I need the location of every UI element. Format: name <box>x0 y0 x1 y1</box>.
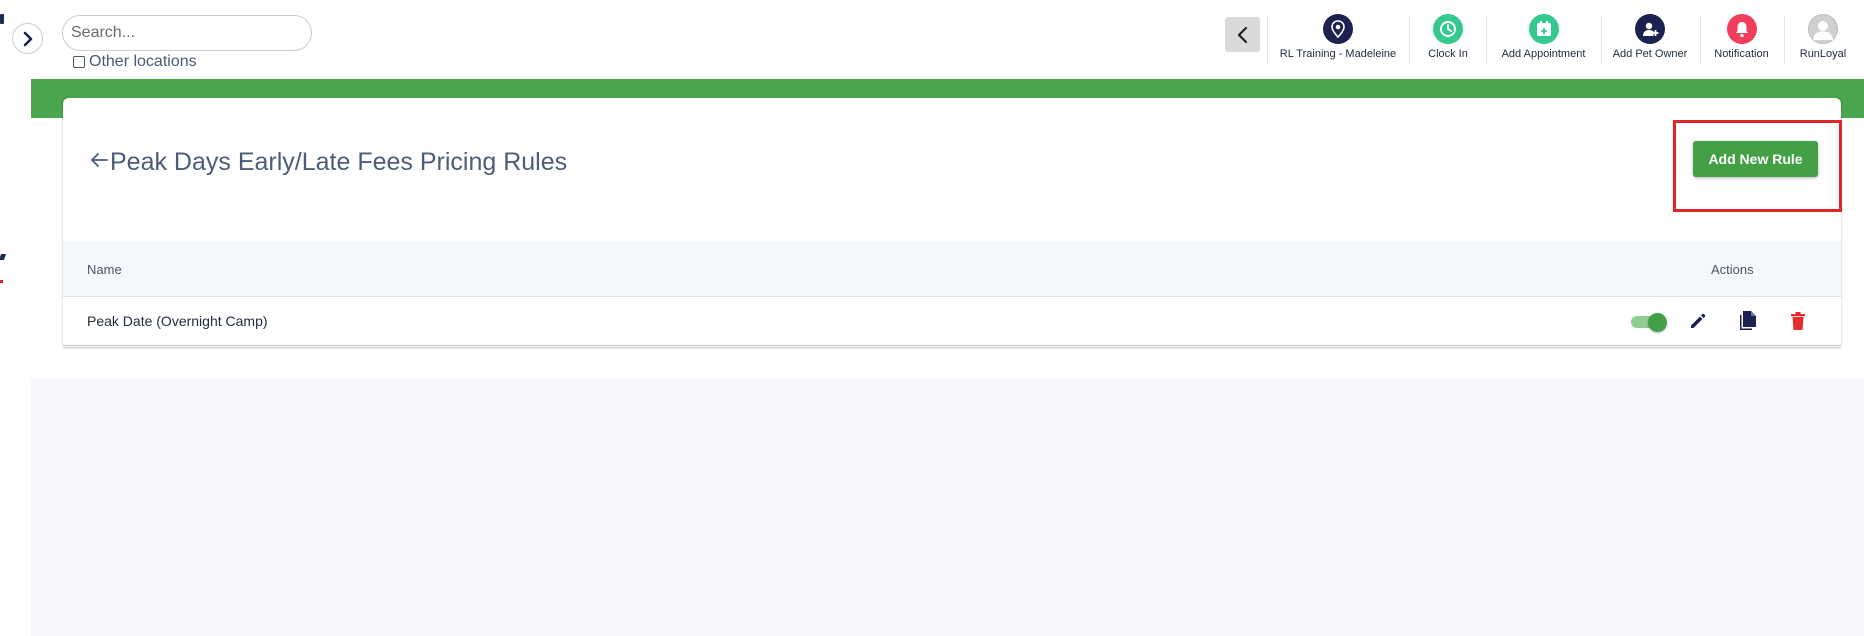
logo-fragment <box>0 254 7 260</box>
toolbar-add-appointment-label: Add Appointment <box>1501 48 1586 60</box>
toolbar-divider <box>1601 16 1602 64</box>
collapse-toolbar-button[interactable] <box>1225 17 1260 52</box>
logo-fragment <box>0 14 4 24</box>
duplicate-button[interactable] <box>1737 310 1759 332</box>
app-page: Other locations RL Training - Madeleine … <box>0 0 1864 636</box>
other-locations-checkbox[interactable] <box>73 56 85 68</box>
other-locations-option[interactable]: Other locations <box>73 53 197 71</box>
toolbar-add-pet-owner-label: Add Pet Owner <box>1612 48 1688 60</box>
toolbar-divider <box>1700 16 1701 64</box>
toolbar-divider <box>1784 16 1785 64</box>
rule-name: Peak Date (Overnight Camp) <box>87 313 268 329</box>
trash-icon <box>1791 312 1805 330</box>
toolbar-clock-in-label: Clock In <box>1428 48 1468 60</box>
clock-icon <box>1433 14 1463 44</box>
rule-enabled-toggle[interactable] <box>1631 313 1667 332</box>
chevron-right-icon <box>23 31 32 46</box>
toolbar-location-label: RL Training - Madeleine <box>1279 48 1397 60</box>
add-new-rule-button[interactable]: Add New Rule <box>1693 141 1818 177</box>
column-header-name: Name <box>87 262 122 277</box>
search-box <box>62 15 312 51</box>
bell-icon <box>1726 14 1757 44</box>
toolbar-location[interactable]: RL Training - Madeleine <box>1278 14 1398 64</box>
toolbar-divider <box>1486 16 1487 64</box>
chevron-left-icon <box>1237 26 1247 43</box>
toggle-knob <box>1648 313 1667 332</box>
edit-button[interactable] <box>1687 310 1709 332</box>
toolbar-notification[interactable]: Notification <box>1709 14 1774 64</box>
avatar-icon <box>1808 14 1838 44</box>
delete-button[interactable] <box>1787 310 1809 332</box>
calendar-add-icon <box>1528 14 1559 44</box>
toolbar-add-appointment[interactable]: Add Appointment <box>1496 14 1591 64</box>
toolbar-divider <box>1409 16 1410 64</box>
toolbar-notification-label: Notification <box>1714 48 1769 60</box>
search-input[interactable] <box>63 16 311 50</box>
location-pin-icon <box>1323 14 1353 44</box>
back-arrow-icon[interactable] <box>89 150 109 170</box>
page-title: Peak Days Early/Late Fees Pricing Rules <box>110 148 568 176</box>
column-header-actions: Actions <box>1711 262 1754 277</box>
expand-sidebar-button[interactable] <box>12 23 43 54</box>
table-header <box>63 241 1841 297</box>
logo-fragment <box>0 280 3 283</box>
table-row <box>63 297 1841 346</box>
toolbar-clock-in[interactable]: Clock In <box>1420 14 1476 64</box>
add-user-icon <box>1635 14 1665 44</box>
toolbar-add-pet-owner[interactable]: Add Pet Owner <box>1610 14 1690 64</box>
toolbar-user-menu[interactable]: RunLoyal <box>1795 14 1851 64</box>
other-locations-label: Other locations <box>89 53 197 70</box>
content-background <box>31 378 1864 636</box>
toolbar-divider <box>1267 16 1268 64</box>
copy-document-icon <box>1740 311 1756 330</box>
toolbar-user-label: RunLoyal <box>1799 48 1847 60</box>
pencil-icon <box>1691 313 1706 328</box>
